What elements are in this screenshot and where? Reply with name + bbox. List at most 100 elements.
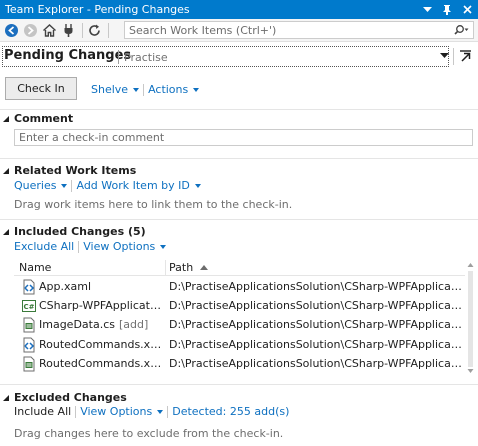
file-name-text: RoutedCommands.xa...: [39, 357, 163, 370]
included-changes-table-header: Name Path: [14, 259, 465, 276]
sort-ascending-icon: [200, 265, 208, 270]
file-name: RoutedCommands.xa...: [39, 357, 163, 370]
expanded-triangle-icon: [3, 394, 9, 401]
excluded-view-options-link[interactable]: View Options: [80, 405, 164, 418]
section-divider: [0, 109, 478, 110]
section-divider: [0, 158, 478, 159]
check-in-button[interactable]: Check In: [5, 77, 77, 100]
search-icon[interactable]: [449, 22, 473, 38]
chevron-down-icon: [133, 88, 140, 92]
comment-section-title: Comment: [14, 112, 74, 125]
svg-text:C#: C#: [24, 303, 35, 311]
shelve-link[interactable]: Shelve: [91, 83, 140, 96]
popout-icon[interactable]: [458, 49, 472, 63]
window-title: Team Explorer - Pending Changes: [5, 3, 190, 16]
close-icon[interactable]: [460, 3, 474, 17]
path-column-header[interactable]: Path: [169, 261, 193, 274]
file-name-text: CSharp-WPFApplicatio...: [39, 299, 163, 312]
expanded-triangle-icon: [3, 228, 9, 235]
excluded-changes-hint: Drag changes here to exclude from the ch…: [14, 427, 284, 440]
link-separator: [75, 405, 77, 418]
home-icon[interactable]: [41, 22, 58, 39]
included-changes-title: Included Changes (5): [14, 225, 146, 238]
excluded-changes-header[interactable]: Excluded Changes: [3, 391, 127, 404]
refresh-icon[interactable]: [86, 22, 103, 39]
cs-file-icon: [23, 356, 35, 372]
window-title-bar: Team Explorer - Pending Changes: [0, 0, 478, 19]
page-dropdown-icon[interactable]: [438, 49, 450, 63]
window-menu-dropdown-icon[interactable]: [420, 3, 434, 17]
link-separator: [78, 240, 80, 253]
search-work-items-input[interactable]: [125, 22, 449, 38]
column-separator[interactable]: [165, 260, 166, 275]
file-path: D:\PractiseApplicationsSolution\CSharp-W…: [169, 280, 465, 293]
scrollbar-thumb[interactable]: [468, 271, 473, 367]
exclude-all-link[interactable]: Exclude All: [14, 240, 74, 253]
comment-section-header[interactable]: Comment: [3, 112, 73, 125]
file-path: D:\PractiseApplicationsSolution\CSharp-W…: [169, 338, 465, 351]
chevron-down-icon: [160, 245, 167, 249]
toolbar-separator: [108, 22, 109, 38]
detected-adds-link[interactable]: Detected: 255 add(s): [172, 405, 289, 418]
expanded-triangle-icon: [3, 115, 9, 122]
connect-icon[interactable]: [60, 22, 77, 39]
excluded-changes-title: Excluded Changes: [14, 391, 127, 404]
action-links: Shelve Actions: [91, 83, 200, 96]
name-column-header[interactable]: Name: [19, 261, 51, 274]
related-work-items-title: Related Work Items: [14, 164, 137, 177]
related-work-items-header[interactable]: Related Work Items: [3, 164, 136, 177]
file-state: [add]: [119, 318, 149, 331]
add-work-item-by-id-link[interactable]: Add Work Item by ID: [76, 179, 201, 192]
queries-label: Queries: [14, 179, 57, 192]
file-name: ImageData.cs [add]: [39, 318, 148, 331]
expanded-triangle-icon: [3, 167, 9, 174]
file-name-text: ImageData.cs: [39, 318, 115, 331]
queries-link[interactable]: Queries: [14, 179, 68, 192]
link-separator: [71, 179, 73, 192]
forward-icon[interactable]: [22, 22, 39, 39]
chevron-down-icon: [193, 88, 200, 92]
table-row[interactable]: RoutedCommands.xa... D:\PractiseApplicat…: [18, 336, 465, 354]
file-path: D:\PractiseApplicationsSolution\CSharp-W…: [169, 318, 465, 331]
related-work-items-links: Queries Add Work Item by ID: [14, 179, 201, 192]
pin-icon[interactable]: [440, 3, 454, 17]
cs-file-icon: [23, 317, 35, 333]
view-options-label: View Options: [80, 405, 153, 418]
header-separator: [453, 48, 454, 65]
file-path: D:\PractiseApplicationsSolution\CSharp-W…: [169, 299, 465, 312]
link-separator: [167, 405, 169, 418]
table-row[interactable]: ImageData.cs [add] D:\PractiseApplication…: [18, 316, 465, 334]
csharp-project-icon: C#: [22, 300, 36, 312]
xaml-file-icon: [23, 337, 35, 353]
link-separator: [143, 83, 145, 96]
workspace-name: Practise: [124, 51, 168, 64]
included-changes-scrollbar[interactable]: [466, 259, 475, 377]
header-separator: [118, 50, 119, 64]
navigation-toolbar: [0, 19, 478, 42]
included-view-options-link[interactable]: View Options: [83, 240, 167, 253]
file-name: RoutedCommands.xa...: [39, 338, 163, 351]
file-path: D:\PractiseApplicationsSolution\CSharp-W…: [169, 357, 465, 370]
toolbar-separator: [82, 22, 83, 38]
actions-label: Actions: [148, 83, 189, 96]
related-work-items-hint: Drag work items here to link them to the…: [14, 198, 293, 211]
scroll-down-arrow-icon[interactable]: [467, 369, 474, 373]
scroll-up-arrow-icon[interactable]: [467, 263, 474, 267]
excluded-changes-links: Include All View Options Detected: 255 a…: [14, 405, 289, 418]
include-all-label: Include All: [14, 405, 72, 418]
file-name-text: App.xaml: [39, 280, 92, 293]
section-divider: [0, 219, 478, 220]
actions-link[interactable]: Actions: [148, 83, 200, 96]
section-divider: [0, 384, 478, 385]
included-changes-header[interactable]: Included Changes (5): [3, 225, 146, 238]
title-bar-buttons: [420, 0, 474, 19]
chevron-down-icon: [157, 410, 164, 414]
file-name: App.xaml: [39, 280, 95, 293]
back-icon[interactable]: [3, 22, 20, 39]
add-work-item-label: Add Work Item by ID: [76, 179, 190, 192]
check-in-comment-input[interactable]: [14, 129, 473, 146]
table-row[interactable]: RoutedCommands.xa... D:\PractiseApplicat…: [18, 355, 465, 373]
table-row[interactable]: App.xaml D:\PractiseApplicationsSolution…: [18, 278, 465, 296]
table-row[interactable]: C# CSharp-WPFApplicatio... D:\PractiseAp…: [18, 297, 465, 315]
search-work-items-box: [124, 21, 474, 39]
